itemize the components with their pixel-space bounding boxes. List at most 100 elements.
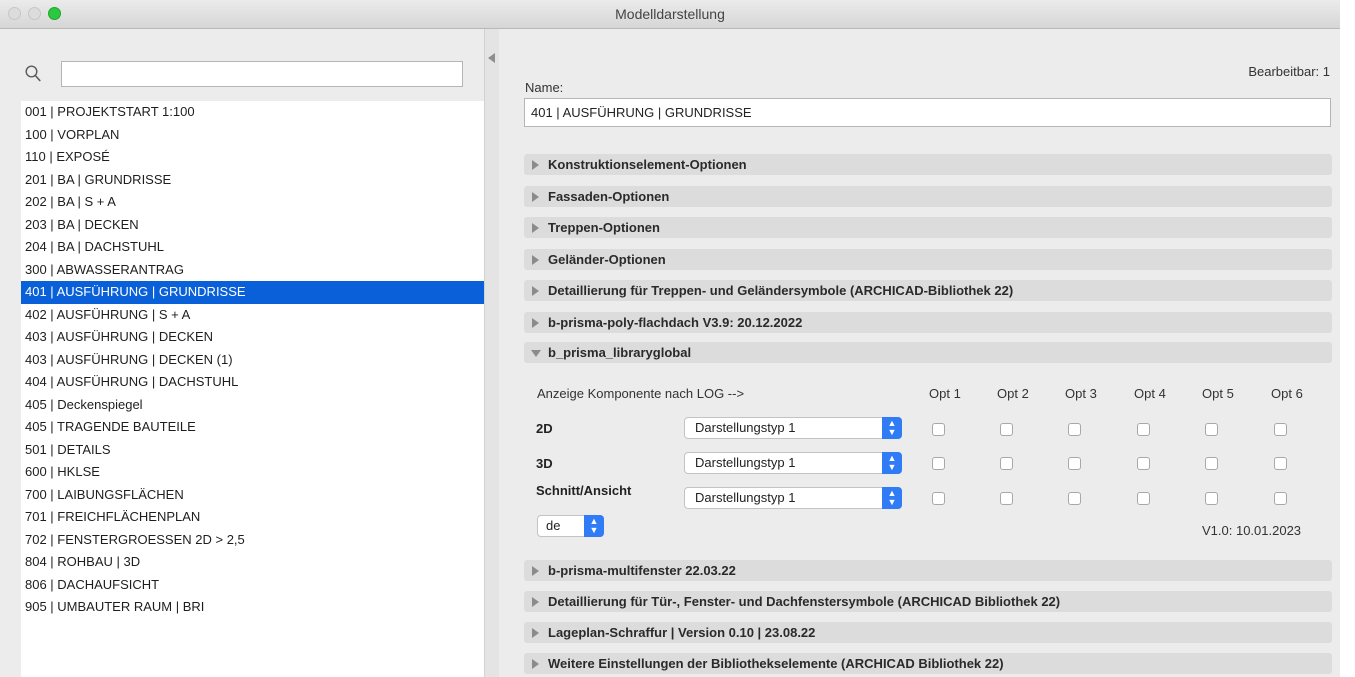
option-checkbox[interactable]: [1000, 492, 1013, 505]
list-item[interactable]: 403 | AUSFÜHRUNG | DECKEN: [21, 326, 484, 349]
option-checkbox[interactable]: [932, 457, 945, 470]
disclosure-closed-icon[interactable]: [532, 597, 539, 607]
section-header[interactable]: b-prisma-poly-flachdach V3.9: 20.12.2022: [524, 311, 1332, 333]
disclosure-closed-icon[interactable]: [532, 286, 539, 296]
view-list-pane: 001 | PROJEKTSTART 1:100 100 | VORPLAN 110…: [0, 29, 484, 677]
disclosure-closed-icon[interactable]: [532, 566, 539, 576]
list-item[interactable]: 701 | FREICHFLÄCHENPLAN: [21, 506, 484, 529]
section-header[interactable]: Weitere Einstellungen der Bibliotheksele…: [524, 653, 1332, 674]
section-header[interactable]: Detaillierung für Treppen- und Geländers…: [524, 280, 1332, 301]
search-icon: [25, 65, 41, 85]
select-value: Darstellungstyp 1: [695, 455, 796, 470]
list-item[interactable]: 405 | TRAGENDE BAUTEILE: [21, 416, 484, 439]
window-title: Modelldarstellung: [615, 6, 725, 22]
list-item[interactable]: 110 | EXPOSÉ: [21, 146, 484, 169]
name-label: Name:: [525, 80, 564, 95]
disclosure-closed-icon[interactable]: [532, 160, 539, 170]
option-header: Opt 6: [1271, 386, 1303, 401]
language-select[interactable]: de ▲ ▼: [537, 515, 604, 537]
disclosure-closed-icon[interactable]: [532, 317, 539, 328]
section-title: Lageplan-Schraffur | Version 0.10 | 23.0…: [548, 625, 816, 640]
option-checkbox[interactable]: [1274, 423, 1287, 436]
list-item[interactable]: 403 | AUSFÜHRUNG | DECKEN (1): [21, 349, 484, 372]
log-header: Anzeige Komponente nach LOG -->: [537, 386, 745, 401]
section-title: Treppen-Optionen: [548, 220, 660, 235]
collapse-arrow-icon[interactable]: [488, 53, 495, 63]
option-checkbox[interactable]: [1137, 457, 1150, 470]
display-type-select-3d[interactable]: Darstellungstyp 1 ▲ ▼: [684, 452, 902, 474]
list-item[interactable]: 404 | AUSFÜHRUNG | DACHSTUHL: [21, 371, 484, 394]
display-type-select-schnitt[interactable]: Darstellungstyp 1 ▲ ▼: [684, 487, 902, 509]
window-edge: [1340, 0, 1355, 677]
display-type-select-2d[interactable]: Darstellungstyp 1 ▲ ▼: [684, 417, 902, 439]
section-title: b-prisma-multifenster 22.03.22: [548, 563, 736, 578]
option-header: Opt 5: [1202, 386, 1234, 401]
list-item[interactable]: 501 | DETAILS: [21, 439, 484, 462]
list-item[interactable]: 405 | Deckenspiegel: [21, 394, 484, 417]
section-header[interactable]: Geländer-Optionen: [524, 248, 1332, 270]
list-item[interactable]: 100 | VORPLAN: [21, 124, 484, 147]
option-checkbox[interactable]: [1137, 492, 1150, 505]
list-item[interactable]: 204 | BA | DACHSTUHL: [21, 236, 484, 259]
window-titlebar: Modelldarstellung: [0, 0, 1340, 29]
option-checkbox[interactable]: [1068, 457, 1081, 470]
select-chevron-icon: ▲ ▼: [584, 515, 604, 537]
select-value: Darstellungstyp 1: [695, 490, 796, 505]
disclosure-open-icon[interactable]: [531, 350, 541, 357]
list-item[interactable]: 806 | DACHAUFSICHT: [21, 574, 484, 597]
option-checkbox[interactable]: [1205, 492, 1218, 505]
list-item[interactable]: 700 | LAIBUNGSFLÄCHEN: [21, 484, 484, 507]
disclosure-closed-icon[interactable]: [532, 191, 539, 202]
option-checkbox[interactable]: [1274, 457, 1287, 470]
detail-pane: Bearbeitbar: 1 Name: 401 | AUSFÜHRUNG | …: [499, 29, 1340, 677]
option-header: Opt 4: [1134, 386, 1166, 401]
option-checkbox[interactable]: [1274, 492, 1287, 505]
section-title: Konstruktionselement-Optionen: [548, 157, 747, 172]
disclosure-closed-icon[interactable]: [532, 659, 539, 669]
list-item[interactable]: 201 | BA | GRUNDRISSE: [21, 169, 484, 192]
list-item[interactable]: 300 | ABWASSERANTRAG: [21, 259, 484, 282]
section-title: Weitere Einstellungen der Bibliotheksele…: [548, 656, 1004, 671]
section-header[interactable]: Lageplan-Schraffur | Version 0.10 | 23.0…: [524, 622, 1332, 643]
option-checkbox[interactable]: [932, 423, 945, 436]
disclosure-closed-icon[interactable]: [532, 628, 539, 638]
section-header[interactable]: Fassaden-Optionen: [524, 185, 1332, 207]
section-title: Fassaden-Optionen: [548, 188, 670, 204]
disclosure-closed-icon[interactable]: [532, 254, 539, 265]
row-label-3d: 3D: [536, 456, 553, 471]
list-item[interactable]: 905 | UMBAUTER RAUM | BRI: [21, 596, 484, 619]
list-item[interactable]: 600 | HKLSE: [21, 461, 484, 484]
name-field[interactable]: 401 | AUSFÜHRUNG | GRUNDRISSE: [524, 98, 1331, 127]
list-item[interactable]: 202 | BA | S + A: [21, 191, 484, 214]
search-input[interactable]: [61, 61, 463, 87]
pane-splitter[interactable]: [484, 29, 499, 677]
option-checkbox[interactable]: [932, 492, 945, 505]
section-header[interactable]: Treppen-Optionen: [524, 217, 1332, 238]
row-label-schnitt-ansicht: Schnitt/Ansicht: [536, 483, 632, 498]
list-item[interactable]: 702 | FENSTERGROESSEN 2D > 2,5: [21, 529, 484, 552]
list-item[interactable]: 804 | ROHBAU | 3D: [21, 551, 484, 574]
section-header[interactable]: Konstruktionselement-Optionen: [524, 154, 1332, 175]
section-header[interactable]: b-prisma-multifenster 22.03.22: [524, 560, 1332, 581]
option-checkbox[interactable]: [1137, 423, 1150, 436]
section-header[interactable]: Detaillierung für Tür-, Fenster- und Dac…: [524, 591, 1332, 612]
option-checkbox[interactable]: [1205, 423, 1218, 436]
version-label: V1.0: 10.01.2023: [1202, 523, 1302, 538]
select-chevron-icon: ▲ ▼: [882, 417, 902, 439]
disclosure-closed-icon[interactable]: [532, 223, 539, 233]
option-checkbox[interactable]: [1000, 457, 1013, 470]
section-title: Detaillierung für Tür-, Fenster- und Dac…: [548, 594, 1061, 609]
list-item[interactable]: 001 | PROJEKTSTART 1:100: [21, 101, 484, 124]
list-item[interactable]: 402 | AUSFÜHRUNG | S + A: [21, 304, 484, 327]
section-title: b_prisma_libraryglobal: [548, 345, 692, 360]
option-checkbox[interactable]: [1205, 457, 1218, 470]
view-list[interactable]: 001 | PROJEKTSTART 1:100 100 | VORPLAN 110…: [21, 101, 484, 677]
list-item[interactable]: 401 | AUSFÜHRUNG | GRUNDRISSE: [21, 281, 484, 304]
option-checkbox[interactable]: [1068, 492, 1081, 505]
section-b-prisma-libraryglobal[interactable]: b_prisma_libraryglobal: [524, 342, 1332, 363]
list-item[interactable]: 203 | BA | DECKEN: [21, 214, 484, 237]
option-checkbox[interactable]: [1068, 423, 1081, 436]
section-title: Geländer-Optionen: [548, 251, 666, 267]
section-title: Detaillierung für Treppen- und Geländers…: [548, 283, 1014, 298]
option-checkbox[interactable]: [1000, 423, 1013, 436]
